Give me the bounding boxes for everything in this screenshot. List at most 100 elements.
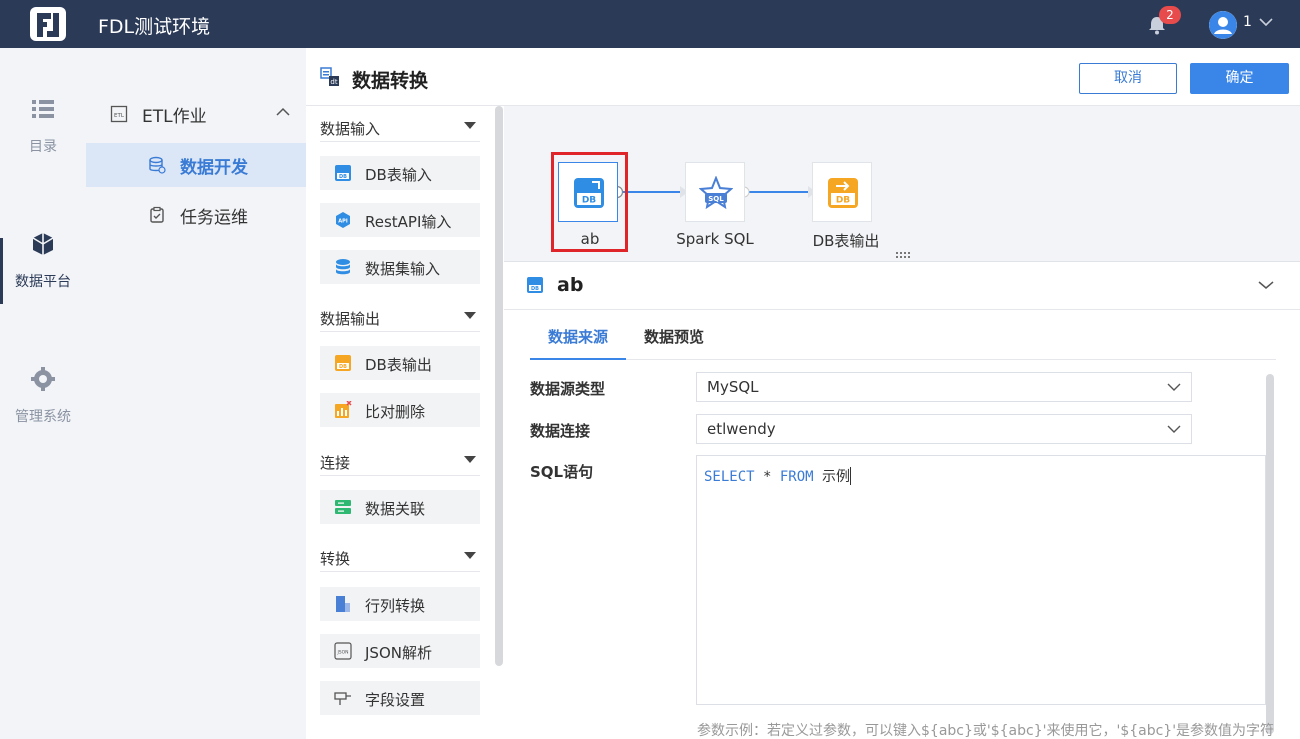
resize-grip-icon[interactable] [896, 252, 912, 258]
confirm-button[interactable]: 确定 [1190, 63, 1289, 94]
spark-sql-icon: SQL [699, 176, 733, 210]
user-name[interactable]: 1 [1243, 14, 1252, 30]
flow-canvas[interactable]: DB ab SQL Spark SQL DB DB表输出 [504, 106, 1300, 262]
chevron-down-icon[interactable] [1258, 280, 1274, 290]
sql-token: 示例 [813, 469, 851, 485]
transform-icon: dt [320, 67, 339, 86]
palette-item-dataset-input[interactable]: 数据集输入 [320, 250, 480, 284]
palette-item-compare-delete[interactable]: 比对删除 [320, 393, 480, 427]
section-label: 连接 [320, 454, 351, 472]
api-icon: API [336, 212, 350, 228]
caret-down-icon[interactable] [464, 312, 476, 320]
svg-text:DB: DB [531, 286, 539, 292]
json-icon: JSON [334, 642, 352, 660]
tree-item-label: 数据开发 [180, 158, 248, 178]
db-output-icon: DB [335, 355, 351, 371]
caret-down-icon[interactable] [464, 552, 476, 560]
palette-item-label: 比对删除 [365, 403, 426, 421]
section-label: 数据输入 [320, 120, 381, 138]
palette-item-field-settings[interactable]: 字段设置 [320, 681, 480, 715]
tree-item-label: 任务运维 [180, 208, 248, 228]
palette-item-label: 字段设置 [365, 691, 426, 709]
palette-section-output[interactable]: 数据输出 [320, 298, 480, 332]
flow-node-spark-sql[interactable]: SQL [685, 162, 745, 222]
selection-highlight [551, 152, 628, 252]
sql-editor[interactable]: SELECT * FROM 示例 [696, 455, 1266, 705]
notification-badge: 2 [1159, 6, 1181, 24]
caret-down-icon[interactable] [464, 122, 476, 130]
tree-group-etl[interactable]: ETL ETL作业 [86, 93, 306, 133]
sql-code: SELECT * FROM 示例 [704, 466, 852, 486]
left-rail: 目录 数据平台 管理系统 [0, 48, 86, 739]
sql-keyword: SELECT [704, 469, 755, 485]
properties-panel: DB ab 数据来源 数据预览 数据源类型 MySQL 数据连接 etlwend… [504, 262, 1300, 739]
list-icon [32, 100, 54, 118]
nav-tree: ETL ETL作业 数据开发 任务运维 [86, 48, 306, 739]
palette-item-json-parse[interactable]: JSON JSON解析 [320, 634, 480, 668]
palette-item-label: RestAPI输入 [365, 213, 452, 231]
chevron-down-icon[interactable] [1258, 16, 1274, 28]
rail-item-data-platform[interactable]: 数据平台 [0, 231, 86, 291]
select-value: MySQL [707, 378, 759, 396]
db-input-icon: DB [335, 165, 351, 181]
palette-item-db-output[interactable]: DB DB表输出 [320, 346, 480, 380]
svg-text:ETL: ETL [114, 113, 125, 119]
palette-item-label: 行列转换 [365, 597, 426, 615]
tab-data-preview[interactable]: 数据预览 [644, 326, 704, 347]
sql-keyword: FROM [779, 469, 814, 485]
palette-item-db-input[interactable]: DB DB表输入 [320, 156, 480, 190]
svg-text:SQL: SQL [708, 195, 724, 203]
page-title: 数据转换 [352, 70, 429, 92]
app-title: FDL测试环境 [98, 16, 211, 38]
parameter-hint: 参数示例：若定义过参数，可以键入${abc}或'${abc}'来使用它，'${a… [697, 723, 1275, 739]
palette-section-transform[interactable]: 转换 [320, 538, 480, 572]
text-cursor [850, 467, 852, 485]
cancel-button[interactable]: 取消 [1079, 63, 1177, 94]
connection-label: 数据连接 [530, 422, 591, 440]
rail-item-label: 数据平台 [15, 274, 71, 290]
field-settings-icon [334, 692, 351, 705]
svg-text:API: API [338, 219, 348, 225]
component-palette: 数据输入 DB DB表输入 API RestAPI输入 数据集输入 数据输出 D… [306, 106, 504, 739]
palette-item-data-join[interactable]: 数据关联 [320, 490, 480, 524]
gear-icon [31, 367, 55, 391]
properties-title: ab [557, 274, 584, 296]
svg-text:DB: DB [836, 196, 850, 206]
caret-down-icon[interactable] [464, 456, 476, 464]
top-bar: FDL测试环境 2 1 [0, 0, 1300, 48]
connection-select[interactable]: etlwendy [696, 414, 1192, 444]
rail-item-label: 目录 [29, 139, 57, 155]
palette-item-label: DB表输出 [365, 356, 432, 374]
source-type-select[interactable]: MySQL [696, 372, 1192, 402]
sql-label: SQL语句 [530, 463, 594, 481]
svg-text:DB: DB [339, 364, 347, 370]
rail-item-admin[interactable]: 管理系统 [0, 366, 86, 426]
palette-item-restapi-input[interactable]: API RestAPI输入 [320, 203, 480, 237]
chevron-up-icon[interactable] [276, 107, 290, 117]
tab-data-source[interactable]: 数据来源 [548, 326, 608, 347]
rail-item-catalog[interactable]: 目录 [0, 96, 86, 156]
select-value: etlwendy [707, 420, 776, 438]
flow-node-db-output[interactable]: DB [812, 162, 872, 222]
palette-section-input[interactable]: 数据输入 [320, 108, 480, 142]
palette-item-label: JSON解析 [365, 644, 432, 662]
palette-scrollbar[interactable] [495, 106, 503, 666]
section-label: 转换 [320, 550, 351, 568]
source-type-label: 数据源类型 [530, 380, 606, 398]
database-icon [149, 156, 166, 174]
palette-item-label: 数据集输入 [365, 260, 441, 278]
properties-header: DB ab [504, 262, 1300, 310]
palette-section-join[interactable]: 连接 [320, 442, 480, 476]
palette-item-label: 数据关联 [365, 500, 426, 518]
join-icon [335, 500, 351, 514]
palette-item-pivot[interactable]: 行列转换 [320, 587, 480, 621]
etl-icon: ETL [110, 105, 128, 123]
tab-active-indicator [530, 358, 626, 360]
avatar-icon[interactable] [1209, 11, 1237, 39]
tree-item-task-ops[interactable]: 任务运维 [86, 193, 306, 237]
rail-item-label: 管理系统 [15, 409, 71, 425]
tree-group-label: ETL作业 [142, 107, 207, 127]
pivot-icon [336, 596, 350, 612]
properties-scrollbar[interactable] [1266, 374, 1274, 734]
tree-item-data-dev[interactable]: 数据开发 [86, 143, 306, 187]
